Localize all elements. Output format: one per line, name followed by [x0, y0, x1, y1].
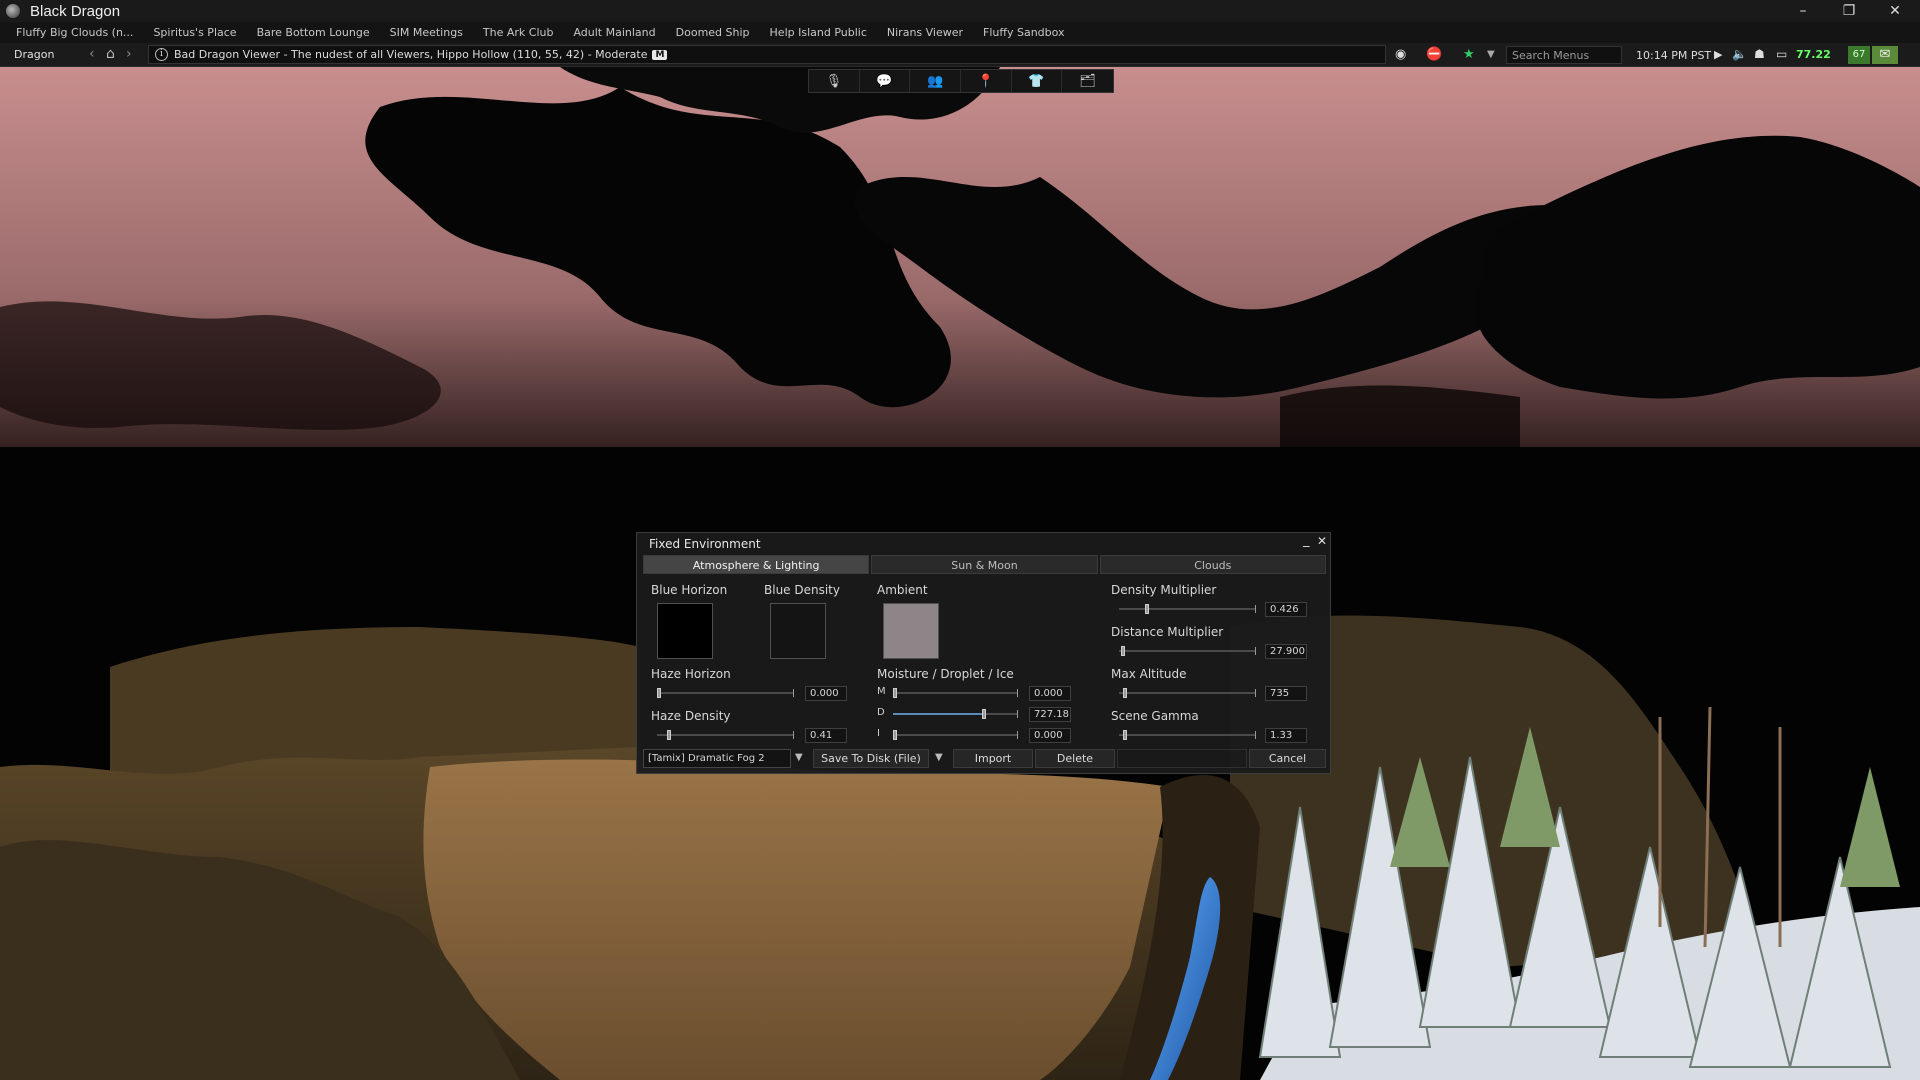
home-icon[interactable]: ⌂	[106, 46, 115, 62]
window-title-bar: Black Dragon – ❐ ✕	[0, 0, 1920, 22]
people-icon[interactable]: 👥	[910, 70, 962, 92]
back-icon[interactable]: ‹	[89, 46, 95, 62]
ambient-label: Ambient	[877, 583, 928, 597]
favorites-bar: Fluffy Big Clouds (n... Spiritus's Place…	[0, 22, 1920, 43]
microphone-icon[interactable]: 🎙	[809, 70, 860, 92]
save-to-disk-button[interactable]: Save To Disk (File)	[813, 749, 929, 768]
clock: 10:14 PM PST	[1636, 49, 1712, 62]
scene-gamma-slider[interactable]	[1119, 730, 1256, 740]
preset-dropdown-icon[interactable]: ▼	[795, 752, 803, 763]
favorite-item[interactable]: Fluffy Sandbox	[973, 26, 1075, 39]
droplet-slider[interactable]	[893, 709, 1018, 719]
close-window-button[interactable]: ✕	[1872, 0, 1918, 22]
floater-close-button[interactable]: ✕	[1317, 534, 1327, 548]
tab-clouds[interactable]: Clouds	[1099, 555, 1326, 574]
chat-icon[interactable]: 💬	[860, 70, 911, 92]
play-icon[interactable]: ▶	[1714, 48, 1722, 61]
favorite-item[interactable]: Nirans Viewer	[877, 26, 973, 39]
favorite-star-icon[interactable]: ★	[1463, 47, 1475, 62]
location-bar[interactable]: i Bad Dragon Viewer - The nudest of all …	[148, 45, 1386, 64]
moisture-field[interactable]: 0.000	[1029, 686, 1071, 701]
moisture-slider[interactable]	[893, 688, 1018, 698]
save-dropdown-icon[interactable]: ▼	[935, 752, 943, 763]
monitor-icon[interactable]: ▭	[1776, 47, 1787, 61]
app-icon	[6, 4, 20, 18]
dropdown-arrow-icon[interactable]: ▼	[1487, 49, 1495, 60]
appearance-icon[interactable]: 👕	[1012, 70, 1063, 92]
density-multiplier-slider[interactable]	[1119, 604, 1256, 614]
moisture-label: Moisture / Droplet / Ice	[877, 667, 1014, 681]
haze-density-field[interactable]: 0.41	[805, 728, 847, 743]
favorite-item[interactable]: The Ark Club	[473, 26, 564, 39]
delete-button[interactable]: Delete	[1035, 749, 1115, 768]
moisture-m-label: M	[877, 686, 886, 697]
forward-icon[interactable]: ›	[126, 46, 132, 62]
maturity-badge: M	[652, 49, 668, 60]
floater-minimize-button[interactable]: _	[1303, 533, 1310, 548]
navigation-bar: Dragon ‹ ⌂ › i Bad Dragon Viewer - The n…	[0, 43, 1920, 67]
floater-title: Fixed Environment	[649, 537, 761, 551]
haze-horizon-label: Haze Horizon	[651, 667, 731, 681]
distance-multiplier-slider[interactable]	[1119, 646, 1256, 656]
tab-atmosphere-lighting[interactable]: Atmosphere & Lighting	[643, 555, 870, 574]
max-altitude-slider[interactable]	[1119, 688, 1256, 698]
scene-gamma-label: Scene Gamma	[1111, 709, 1199, 723]
distance-multiplier-field[interactable]: 27.900	[1265, 644, 1307, 659]
ambient-swatch[interactable]	[883, 603, 939, 659]
favorite-item[interactable]: SIM Meetings	[380, 26, 473, 39]
fps-readout: 77.22	[1796, 48, 1831, 61]
haze-horizon-field[interactable]: 0.000	[805, 686, 847, 701]
floater-tabs: Atmosphere & Lighting Sun & Moon Clouds	[643, 555, 1326, 574]
density-multiplier-label: Density Multiplier	[1111, 583, 1217, 597]
favorite-item[interactable]: Bare Bottom Lounge	[247, 26, 380, 39]
favorite-item[interactable]: Adult Mainland	[563, 26, 665, 39]
ice-slider[interactable]	[893, 730, 1018, 740]
blue-density-swatch[interactable]	[770, 603, 826, 659]
inventory-icon[interactable]: 🗂	[1062, 70, 1113, 92]
max-altitude-field[interactable]: 735	[1265, 686, 1307, 701]
scene-gamma-field[interactable]: 1.33	[1265, 728, 1307, 743]
haze-horizon-slider[interactable]	[657, 688, 794, 698]
tab-sun-moon[interactable]: Sun & Moon	[871, 555, 1098, 574]
window-title: Black Dragon	[30, 2, 121, 20]
blue-density-label: Blue Density	[764, 583, 840, 597]
envelope-icon[interactable]: ✉	[1872, 46, 1898, 64]
location-text: Bad Dragon Viewer - The nudest of all Vi…	[174, 48, 648, 61]
favorite-item[interactable]: Spiritus's Place	[143, 26, 246, 39]
favorite-item[interactable]: Fluffy Big Clouds (n...	[6, 26, 143, 39]
blue-horizon-label: Blue Horizon	[651, 583, 728, 597]
eye-icon[interactable]: ◉	[1395, 47, 1406, 62]
search-menus-input[interactable]: Search Menus	[1506, 46, 1622, 64]
fixed-environment-floater: Fixed Environment _ ✕ Atmosphere & Light…	[636, 532, 1331, 774]
home-label[interactable]: Dragon	[14, 48, 54, 61]
no-scripts-icon[interactable]: ⛔	[1426, 47, 1442, 62]
places-icon[interactable]: 📍	[961, 70, 1012, 92]
max-altitude-label: Max Altitude	[1111, 667, 1187, 681]
favorite-item[interactable]: Doomed Ship	[666, 26, 760, 39]
restore-button[interactable]: ❐	[1826, 0, 1872, 22]
fps-box[interactable]: 67	[1848, 46, 1870, 64]
bottom-bar-spacer	[1117, 749, 1247, 768]
import-button[interactable]: Import	[953, 749, 1033, 768]
favorite-item[interactable]: Help Island Public	[760, 26, 877, 39]
distance-multiplier-label: Distance Multiplier	[1111, 625, 1224, 639]
cancel-button[interactable]: Cancel	[1249, 749, 1326, 768]
ice-i-label: I	[877, 728, 880, 739]
preset-combo[interactable]: [Tamix] Dramatic Fog 2	[643, 749, 791, 768]
droplet-field[interactable]: 727.18	[1029, 707, 1071, 722]
haze-density-slider[interactable]	[657, 730, 794, 740]
info-icon[interactable]: i	[155, 48, 168, 61]
haze-density-label: Haze Density	[651, 709, 731, 723]
volume-icon[interactable]: 🔈	[1732, 47, 1747, 61]
minimize-button[interactable]: –	[1780, 0, 1826, 22]
bottom-toolbar: 🎙 💬 👥 📍 👕 🗂	[808, 69, 1114, 93]
blue-horizon-swatch[interactable]	[657, 603, 713, 659]
avatar-icon[interactable]: ☗	[1754, 47, 1765, 61]
ice-field[interactable]: 0.000	[1029, 728, 1071, 743]
droplet-d-label: D	[877, 707, 885, 718]
floater-bottom-bar: [Tamix] Dramatic Fog 2 ▼ Save To Disk (F…	[643, 749, 1326, 769]
density-multiplier-field[interactable]: 0.426	[1265, 602, 1307, 617]
